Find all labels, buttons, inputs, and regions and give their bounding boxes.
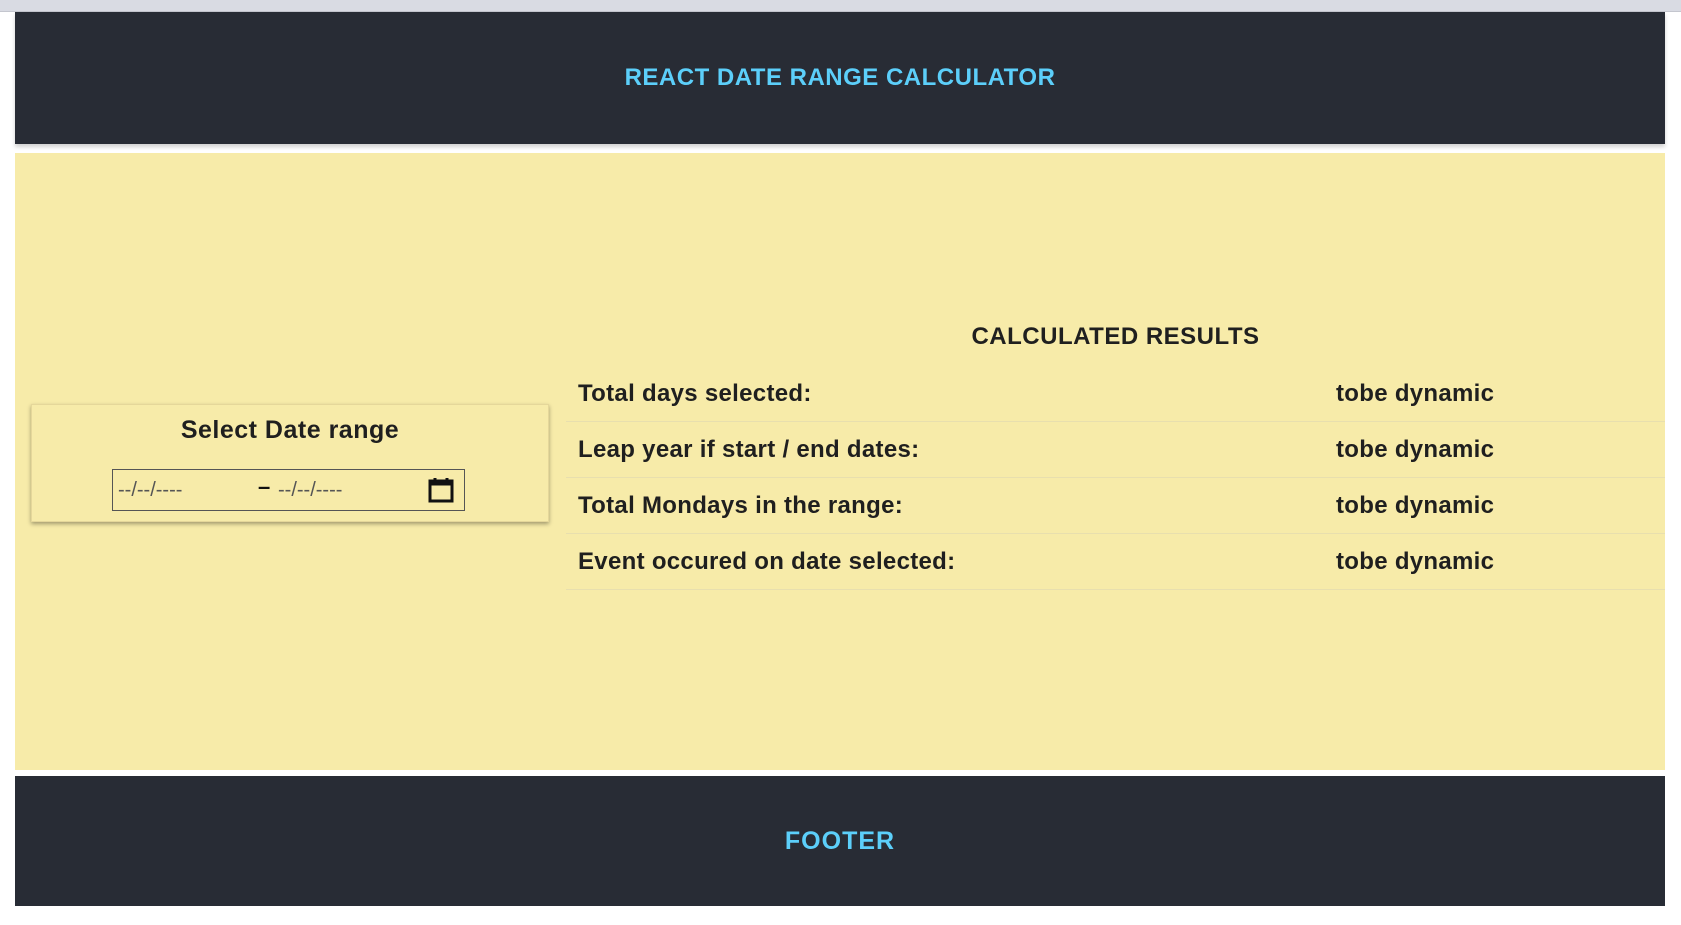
result-label: Total days selected: — [578, 380, 812, 407]
app-footer: FOOTER — [15, 776, 1665, 906]
result-row-leap-year: Leap year if start / end dates: tobe dyn… — [566, 422, 1665, 478]
result-value: tobe dynamic — [1336, 492, 1495, 519]
start-date-input[interactable]: --/--/---- — [118, 479, 182, 502]
date-range-picker[interactable]: --/--/---- – --/--/---- — [112, 469, 465, 511]
result-row-total-days: Total days selected: tobe dynamic — [566, 366, 1665, 422]
end-date-input[interactable]: --/--/---- — [278, 479, 342, 502]
result-value: tobe dynamic — [1336, 548, 1495, 575]
result-label: Total Mondays in the range: — [578, 492, 904, 519]
app-title: REACT DATE RANGE CALCULATOR — [624, 64, 1056, 91]
result-value: tobe dynamic — [1336, 436, 1495, 463]
results-title: CALCULATED RESULTS — [971, 323, 1260, 350]
date-range-card: Select Date range --/--/---- – --/--/---… — [31, 404, 549, 522]
date-range-title: Select Date range — [180, 416, 400, 444]
result-row-mondays: Total Mondays in the range: tobe dynamic — [566, 478, 1665, 534]
main-content: Select Date range --/--/---- – --/--/---… — [15, 153, 1665, 770]
footer-title: FOOTER — [784, 826, 896, 855]
result-row-event: Event occured on date selected: tobe dyn… — [566, 534, 1665, 590]
result-label: Leap year if start / end dates: — [578, 436, 920, 463]
calendar-icon[interactable] — [428, 477, 454, 503]
app-header: REACT DATE RANGE CALCULATOR — [15, 12, 1665, 144]
browser-top-strip — [0, 0, 1681, 12]
date-range-separator: – — [258, 474, 271, 499]
result-label: Event occured on date selected: — [578, 548, 956, 575]
result-value: tobe dynamic — [1336, 380, 1495, 407]
